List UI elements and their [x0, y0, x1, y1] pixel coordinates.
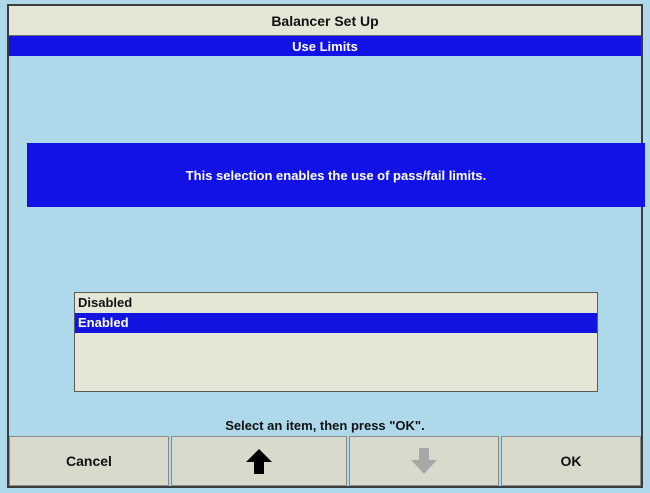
section-title-bar: Use Limits — [9, 36, 641, 56]
list-item-label: Enabled — [78, 315, 129, 330]
ok-button-label: OK — [560, 453, 582, 469]
section-title: Use Limits — [292, 38, 358, 54]
info-banner: This selection enables the use of pass/f… — [27, 143, 645, 207]
list-item-label: Disabled — [78, 295, 133, 310]
cancel-button[interactable]: Cancel — [9, 436, 169, 486]
list-item-enabled[interactable]: Enabled — [75, 313, 597, 333]
info-message: This selection enables the use of pass/f… — [185, 167, 487, 183]
ok-button[interactable]: OK — [501, 436, 641, 486]
instruction-prompt: Select an item, then press "OK". — [0, 418, 650, 434]
screen-frame — [7, 4, 643, 488]
balancer-setup-screen: Balancer Set Up Use Limits This selectio… — [0, 0, 650, 493]
list-item-disabled[interactable]: Disabled — [75, 293, 597, 313]
prompt-text: Select an item, then press "OK". — [225, 418, 425, 433]
softkey-bar: Cancel OK — [9, 436, 641, 486]
arrow-up-icon — [244, 446, 274, 476]
window-title: Balancer Set Up — [271, 12, 379, 29]
option-list[interactable]: Disabled Enabled — [74, 292, 598, 392]
move-up-button[interactable] — [171, 436, 347, 486]
cancel-button-label: Cancel — [66, 453, 112, 469]
arrow-down-icon — [409, 446, 439, 476]
move-down-button[interactable] — [349, 436, 499, 486]
window-title-bar: Balancer Set Up — [9, 6, 641, 36]
